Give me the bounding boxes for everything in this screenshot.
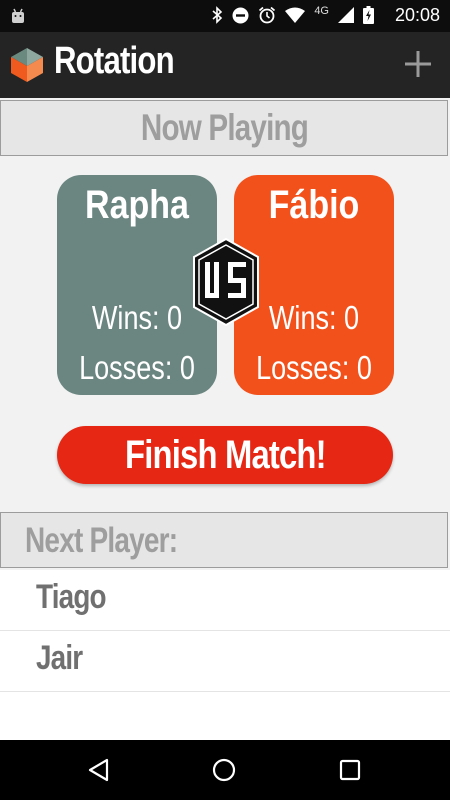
status-bar: 4G 20:08 [0,0,450,32]
queue-player-name: Tiago [36,578,107,616]
player-losses: Losses: 0 [256,349,372,386]
player-losses: Losses: 0 [79,349,195,386]
navigation-bar [0,740,450,800]
vs-badge-icon [193,238,259,326]
player-wins: Wins: 0 [268,299,360,336]
app-title: Rotation [54,40,175,82]
list-item[interactable]: Tiago [0,570,450,631]
network-type: 4G [314,5,329,17]
next-player-header: Next Player: [0,512,448,568]
recents-icon[interactable] [337,757,363,783]
wifi-icon [285,7,306,23]
player-name: Rapha [85,183,189,227]
back-icon[interactable] [86,757,112,783]
home-icon[interactable] [211,757,237,783]
next-player-label: Next Player: [25,521,178,560]
finish-match-button[interactable]: Finish Match! [57,426,393,484]
android-icon [12,8,24,23]
player-name: Fábio [268,183,360,227]
alarm-icon [259,6,276,24]
bluetooth-icon [212,6,223,24]
finish-match-label: Finish Match! [124,433,327,477]
player-queue: Tiago Jair [0,570,450,740]
signal-icon [338,7,354,23]
battery-icon [363,6,374,24]
app-bar: Rotation [0,32,450,98]
now-playing-label: Now Playing [140,107,308,148]
list-item[interactable]: Jair [0,631,450,692]
queue-player-name: Jair [36,639,83,677]
do-not-disturb-icon [232,7,249,23]
rotation-logo [11,48,43,82]
now-playing-header: Now Playing [0,100,448,156]
player-wins: Wins: 0 [91,299,183,336]
status-time: 20:08 [394,5,440,25]
plus-icon[interactable] [404,50,432,78]
